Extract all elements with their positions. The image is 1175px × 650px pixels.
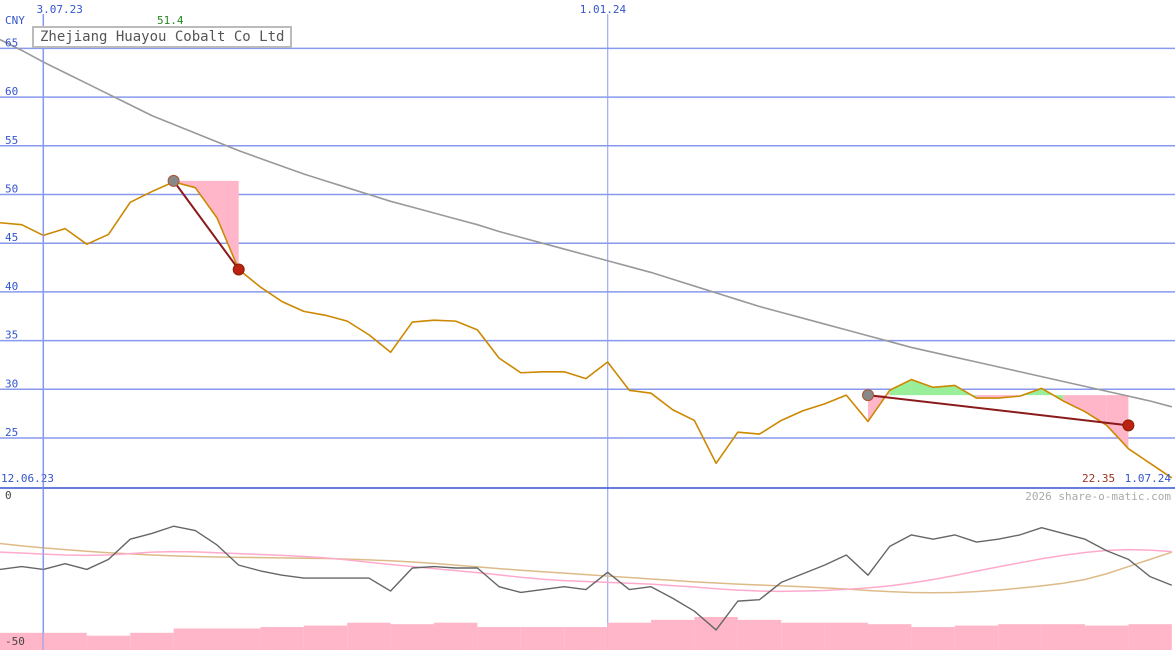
- y-tick-label-30: 30: [5, 377, 18, 390]
- trend-end-point-1: [1122, 419, 1135, 432]
- volume-bar-15: [651, 619, 695, 650]
- volume-bar-6: [260, 627, 304, 650]
- volume-bar-1: [43, 632, 87, 650]
- volume-bar-5: [217, 628, 261, 650]
- min-value-label: 22.35: [1082, 472, 1115, 485]
- y-tick-label-40: 40: [5, 280, 18, 293]
- volume-bar-26: [1128, 624, 1172, 650]
- volume-bar-22: [954, 625, 999, 650]
- x-top-label-0: 3.07.23: [37, 3, 83, 16]
- y-tick-label-50: 50: [5, 183, 18, 196]
- volume-bar-3: [130, 632, 174, 650]
- stock-chart: 25 30 35 40 45 50 55 60 65 CNY 3.07.23 1.01.24 12.06…: [0, 0, 1175, 650]
- volume-bar-23: [998, 624, 1042, 650]
- volume-bar-21: [911, 627, 955, 650]
- volume-bar-7: [303, 625, 348, 650]
- volume-bar-13: [564, 627, 608, 650]
- y-tick-label-60: 60: [5, 85, 18, 98]
- volume-bar-12: [520, 627, 565, 650]
- volume-bar-2: [86, 635, 131, 650]
- volume-bar-19: [824, 622, 868, 650]
- volume-bar-14: [607, 622, 651, 650]
- y-tick-label-55: 55: [5, 134, 18, 147]
- volume-bar-11: [477, 627, 521, 650]
- moving-average-line: [0, 38, 1173, 408]
- volume-bar-10: [434, 622, 478, 650]
- price-line: [0, 181, 1173, 479]
- y-tick-label-35: 35: [5, 329, 18, 342]
- volume-bar-8: [347, 622, 391, 650]
- volume-bar-25: [1085, 625, 1129, 650]
- chart-title: Zhejiang Huayou Cobalt Co Ltd: [32, 26, 293, 48]
- y-axis-unit-label: CNY: [5, 14, 25, 27]
- x-bottom-label-start: 12.06.23: [1, 472, 54, 485]
- y-tick-label-65: 65: [5, 36, 18, 49]
- volume-bar-18: [781, 622, 825, 650]
- trend-end-point-0: [232, 263, 245, 276]
- volume-bar-20: [868, 624, 912, 650]
- y-tick-label-25: 25: [5, 426, 18, 439]
- y-tick-label-45: 45: [5, 231, 18, 244]
- trend-start-point-1: [862, 389, 874, 402]
- oscillator-line: [0, 525, 1173, 631]
- sub-y-label-bottom: -50: [5, 635, 25, 648]
- sub-y-label-top: 0: [5, 489, 12, 502]
- volume-bar-17: [737, 619, 782, 650]
- watermark-text: 2026 share-o-matic.com: [1025, 490, 1171, 503]
- chart-canvas: 25 30 35 40 45 50 55 60 65 CNY 3.07.23 1.01.24 12.06…: [0, 3, 1175, 650]
- volume-bar-4: [173, 628, 217, 650]
- volume-bar-24: [1041, 624, 1085, 650]
- x-bottom-label-end: 1.07.24: [1125, 472, 1172, 485]
- trend-start-point-0: [167, 174, 180, 187]
- volume-bar-9: [390, 624, 434, 650]
- volume-bar-16: [694, 616, 738, 650]
- shade-area-1-42: [911, 379, 934, 396]
- x-top-label-1: 1.01.24: [580, 3, 627, 16]
